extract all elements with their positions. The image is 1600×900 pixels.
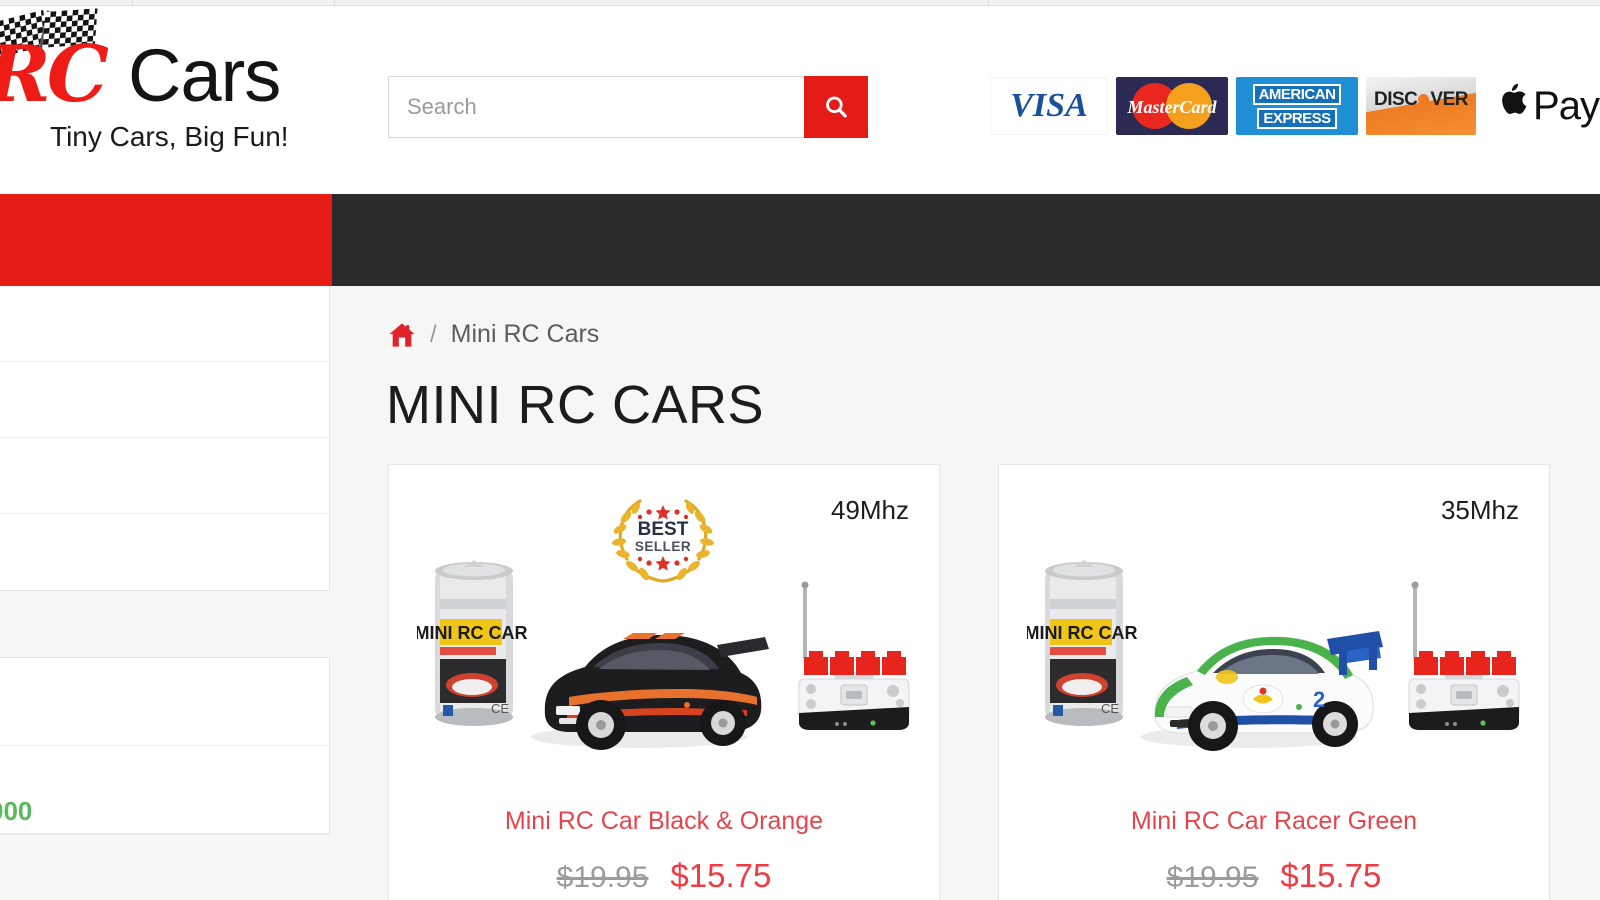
sidebar-item[interactable]	[0, 658, 329, 746]
product-frequency-label: 35Mhz	[1440, 495, 1519, 525]
discover-label-a: DISC	[1374, 89, 1418, 110]
breadcrumb: / Mini RC Cars	[388, 320, 599, 349]
svg-text:2: 2	[1313, 687, 1325, 712]
rc-car-graphic	[531, 633, 769, 750]
product-price-row: $19.95 $15.75	[999, 857, 1549, 895]
sidebar-item[interactable]	[0, 286, 329, 362]
payment-visa-icon: VISA	[990, 77, 1108, 135]
product-frequency-label: 49Mhz	[830, 495, 909, 525]
rc-car-graphic: 2	[1141, 631, 1383, 751]
sidebar-item[interactable]	[0, 514, 329, 590]
amex-line2: EXPRESS	[1257, 107, 1337, 129]
main-content: / Mini RC Cars MINI RC CARS 49Mhz BEST S…	[332, 286, 1600, 900]
logo-cars-text: Cars	[128, 34, 281, 117]
remote-control-graphic	[798, 581, 910, 730]
search-input[interactable]	[388, 76, 804, 138]
search-icon	[826, 96, 847, 118]
svg-text:MINI RC CAR: MINI RC CAR	[417, 623, 528, 643]
sidebar-secondary-block: 000	[0, 657, 330, 835]
svg-text:MINI RC CAR: MINI RC CAR	[1027, 623, 1138, 643]
product-sale-price: $15.75	[1280, 857, 1382, 894]
product-card[interactable]: 35Mhz MINI RC CAR CE 2 Mini RC Car Racer…	[998, 464, 1550, 900]
product-title[interactable]: Mini RC Car Black & Orange	[389, 807, 939, 836]
logo-rc-text: RC	[0, 29, 109, 120]
payment-discover-icon: DISC VER	[1366, 77, 1476, 135]
product-image: MINI RC CAR CE	[417, 560, 910, 750]
logo-tagline: Tiny Cars, Big Fun!	[50, 121, 289, 152]
svg-text:CE: CE	[491, 701, 509, 716]
applepay-label: Pay	[1533, 83, 1600, 128]
can-package-graphic: MINI RC CAR CE	[1027, 560, 1138, 726]
product-title[interactable]: Mini RC Car Racer Green	[999, 807, 1549, 836]
search-button[interactable]	[804, 76, 868, 138]
sidebar-amount-value: 000	[0, 796, 33, 826]
page-title: MINI RC CARS	[386, 375, 765, 435]
mastercard-label: MasterCard	[1127, 97, 1217, 117]
amex-line1: AMERICAN	[1252, 83, 1342, 105]
visa-label: VISA	[1010, 87, 1088, 124]
site-header: RC Cars Tiny Cars, Big Fun! VISA MasterC	[0, 6, 1600, 194]
can-package-graphic: MINI RC CAR CE	[417, 560, 528, 726]
product-image: MINI RC CAR CE	[1027, 560, 1520, 751]
breadcrumb-home-link[interactable]	[388, 322, 416, 348]
product-old-price: $19.95	[1166, 861, 1259, 894]
svg-text:CE: CE	[1101, 701, 1119, 716]
payment-applepay-icon: Pay	[1484, 77, 1600, 135]
payment-amex-icon: AMERICAN EXPRESS	[1236, 77, 1358, 135]
breadcrumb-separator: /	[430, 320, 437, 348]
home-icon	[389, 322, 415, 347]
product-media: 49Mhz BEST SELLER MINI RC CAR CE	[389, 465, 939, 795]
breadcrumb-current: Mini RC Cars	[450, 320, 600, 348]
product-sale-price: $15.75	[670, 857, 772, 894]
product-grid: 49Mhz BEST SELLER MINI RC CAR CE Mini RC…	[388, 464, 1550, 900]
payment-mastercard-icon: MasterCard	[1116, 77, 1228, 135]
sidebar-filter-block	[0, 286, 330, 591]
left-sidebar: 000	[0, 286, 330, 835]
product-old-price: $19.95	[556, 861, 649, 894]
site-logo[interactable]: RC Cars Tiny Cars, Big Fun!	[0, 8, 322, 168]
logo-wordmark: RC Cars	[0, 36, 322, 114]
sidebar-item[interactable]	[0, 362, 329, 438]
product-price-row: $19.95 $15.75	[389, 857, 939, 895]
remote-control-graphic	[1408, 581, 1520, 730]
apple-logo-icon	[1499, 81, 1529, 126]
main-navbar[interactable]	[0, 194, 1600, 286]
sidebar-spacer	[0, 591, 330, 657]
sidebar-item[interactable]: 000	[0, 746, 329, 834]
product-card[interactable]: 49Mhz BEST SELLER MINI RC CAR CE Mini RC…	[388, 464, 940, 900]
search-bar	[388, 76, 868, 138]
page-root: RC Cars Tiny Cars, Big Fun! VISA MasterC	[0, 0, 1600, 900]
discover-label-b: VER	[1430, 89, 1468, 110]
navbar-categories-block[interactable]	[0, 194, 332, 286]
payment-methods: VISA MasterCard AMERICAN EXPRESS DISC VER	[990, 76, 1600, 136]
sidebar-item[interactable]	[0, 438, 329, 514]
product-media: 35Mhz MINI RC CAR CE 2	[999, 465, 1549, 795]
